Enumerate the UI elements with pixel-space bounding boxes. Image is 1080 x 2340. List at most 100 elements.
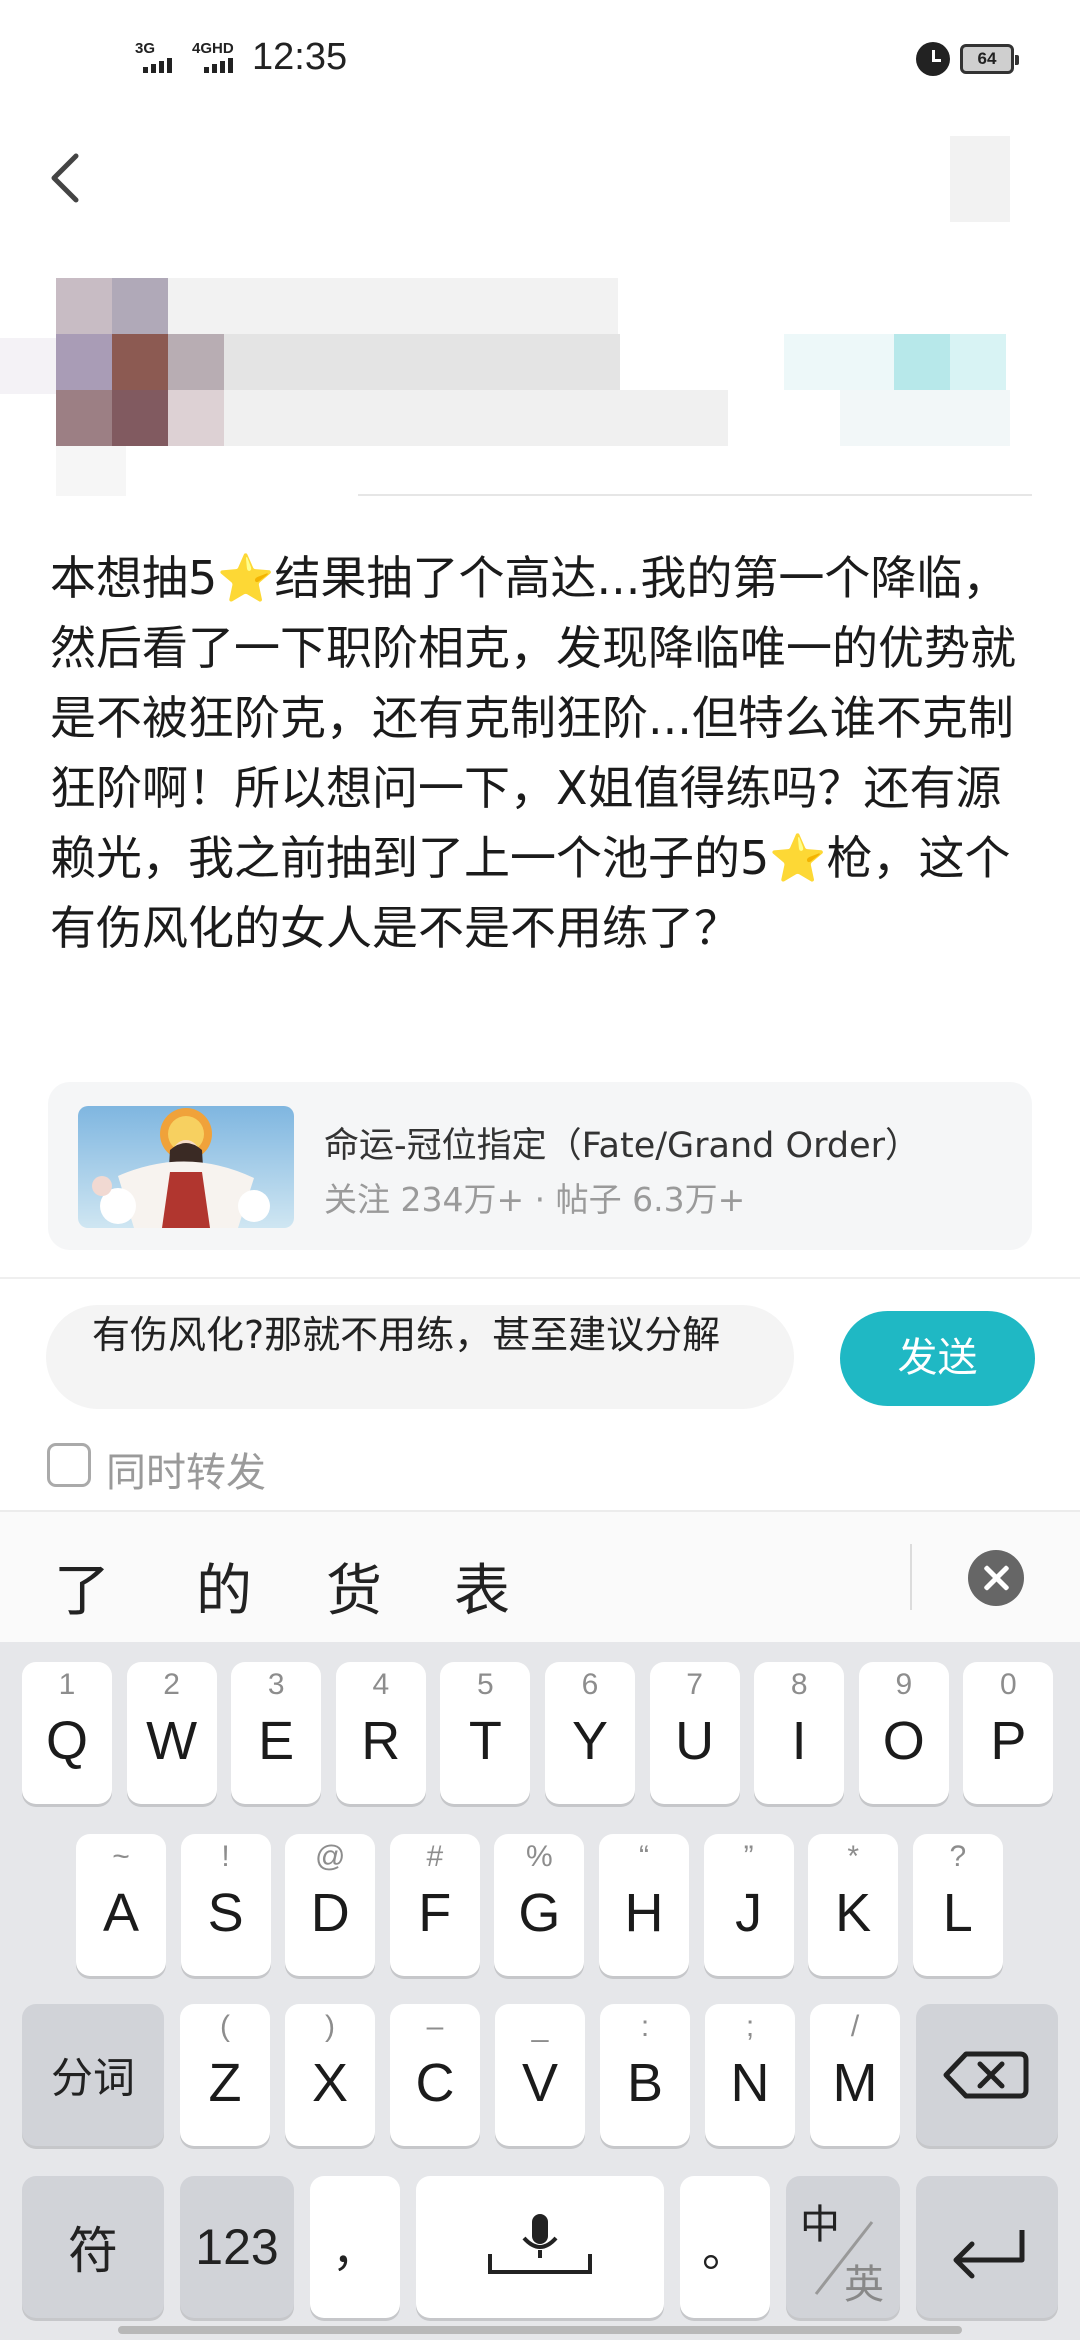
candidate-word[interactable]: 表 xyxy=(454,1546,510,1627)
forum-thumbnail-image xyxy=(78,1106,294,1228)
candidate-word[interactable]: 了 xyxy=(54,1546,110,1627)
key-hint: 0 xyxy=(1000,1668,1017,1701)
comma-key-label: ， xyxy=(332,2223,378,2277)
key-l[interactable]: ? L xyxy=(912,1834,1003,1976)
key-n[interactable]: ; N xyxy=(705,2004,795,2146)
symbol-key-label: 符 xyxy=(68,2222,118,2280)
key-label: K xyxy=(835,1883,872,1943)
key-z[interactable]: (Z xyxy=(180,2004,270,2146)
key-hint: ) xyxy=(325,2010,335,2043)
key-label: N xyxy=(730,2053,770,2113)
key-s[interactable]: ! S xyxy=(180,1834,271,1976)
reply-input[interactable]: 有伤风化?那就不用练，甚至建议分解 xyxy=(46,1305,794,1409)
key-r[interactable]: 4R xyxy=(335,1662,426,1804)
key-label: B xyxy=(626,2053,664,2113)
key-label: H xyxy=(624,1883,664,1943)
key-b[interactable]: :B xyxy=(600,2004,690,2146)
key-label: A xyxy=(102,1883,140,1943)
key-a[interactable]: ~ A xyxy=(76,1834,166,1976)
enter-key[interactable] xyxy=(916,2176,1058,2318)
divider xyxy=(910,1544,912,1610)
comma-key[interactable]: ， xyxy=(310,2176,400,2318)
key-i[interactable]: 8I xyxy=(754,1662,845,1804)
key-hint: : xyxy=(640,2010,650,2043)
key-label: S xyxy=(207,1883,244,1943)
period-key[interactable]: 。 xyxy=(680,2176,770,2318)
close-icon[interactable] xyxy=(968,1550,1024,1606)
key-hint: 4 xyxy=(372,1668,390,1701)
key-label: J xyxy=(735,1883,763,1943)
key-p[interactable]: 0P xyxy=(963,1662,1054,1804)
key-hint: # xyxy=(426,1840,444,1873)
key-t[interactable]: 5T xyxy=(440,1662,531,1804)
key-label: T xyxy=(468,1711,502,1771)
number-key[interactable]: 123 xyxy=(180,2176,294,2318)
key-label: I xyxy=(791,1711,807,1771)
status-time: 12:35 xyxy=(252,36,348,78)
key-j[interactable]: ” J xyxy=(703,1834,794,1976)
key-label: G xyxy=(518,1883,561,1943)
number-key-label: 123 xyxy=(195,2219,279,2275)
alarm-icon xyxy=(916,42,950,76)
key-w[interactable]: 2W xyxy=(126,1662,217,1804)
period-key-label: 。 xyxy=(702,2223,748,2277)
key-q[interactable]: 1Q xyxy=(22,1662,112,1804)
key-label: R xyxy=(361,1711,401,1771)
key-k[interactable]: * K xyxy=(808,1834,899,1976)
key-hint: ” xyxy=(743,1840,754,1873)
repost-checkbox[interactable] xyxy=(47,1443,91,1487)
send-button[interactable]: 发送 xyxy=(840,1311,1035,1406)
ime-candidate-bar: 了 的 货 表 xyxy=(0,1510,1080,1642)
key-hint: 3 xyxy=(267,1668,285,1701)
key-label: P xyxy=(990,1711,1027,1771)
key-hint: / xyxy=(850,2010,860,2043)
key-e[interactable]: 3E xyxy=(231,1662,322,1804)
back-button[interactable] xyxy=(40,148,100,208)
key-h[interactable]: “H xyxy=(599,1834,689,1976)
key-hint: 7 xyxy=(686,1668,703,1701)
key-hint: 2 xyxy=(163,1668,180,1701)
key-o[interactable]: 9O xyxy=(858,1662,949,1804)
key-g[interactable]: % G xyxy=(494,1834,585,1976)
key-m[interactable]: / M xyxy=(810,2004,900,2146)
forum-card[interactable]: 命运-冠位指定（Fate/Grand Order） 关注 234万+ · 帖子 … xyxy=(48,1082,1032,1250)
space-key[interactable] xyxy=(416,2176,664,2318)
key-y[interactable]: 6Y xyxy=(545,1662,635,1804)
key-hint: ( xyxy=(220,2010,230,2043)
signal-3g-label: 3G xyxy=(135,40,156,57)
header-action-blurred[interactable] xyxy=(950,136,1010,222)
key-u[interactable]: 7U xyxy=(649,1662,740,1804)
segment-key-label: 分词 xyxy=(50,2053,135,2103)
backspace-key[interactable] xyxy=(916,2004,1058,2146)
return-icon xyxy=(953,2230,1025,2279)
divider xyxy=(358,494,1032,496)
signal-4g-label: 4GHD xyxy=(192,40,234,57)
key-hint: _ xyxy=(531,2010,549,2043)
key-label: E xyxy=(258,1711,295,1771)
forum-meta: 关注 234万+ · 帖子 6.3万+ xyxy=(324,1180,746,1219)
repost-label[interactable]: 同时转发 xyxy=(106,1440,266,1498)
key-v[interactable]: _ V xyxy=(495,2004,585,2146)
key-c[interactable]: – C xyxy=(390,2004,480,2146)
key-hint: 6 xyxy=(581,1668,599,1701)
key-label: D xyxy=(310,1883,350,1943)
author-info-blurred xyxy=(0,278,1080,508)
key-hint: ? xyxy=(949,1840,967,1873)
key-f[interactable]: # F xyxy=(389,1834,480,1976)
key-d[interactable]: @ D xyxy=(285,1834,376,1976)
key-hint: 1 xyxy=(58,1668,76,1701)
key-x[interactable]: ) X xyxy=(285,2004,375,2146)
key-hint: 5 xyxy=(477,1668,494,1701)
segment-key[interactable]: 分词 xyxy=(22,2004,164,2146)
key-hint: – xyxy=(426,2010,444,2043)
key-label: W xyxy=(146,1711,198,1771)
candidate-word[interactable]: 的 xyxy=(196,1546,252,1627)
chevron-left-icon xyxy=(51,153,79,203)
language-switch-key[interactable]: 中 英 xyxy=(786,2176,900,2318)
keyboard: 分词 符 123 ， 。 中 英 1 Q 2 W 3 E 4 R 5 T 6 Y… xyxy=(0,1642,1080,2340)
key-hint: @ xyxy=(314,1840,346,1873)
symbol-key[interactable]: 符 xyxy=(22,2176,164,2318)
candidate-word[interactable]: 货 xyxy=(326,1546,382,1627)
backspace-icon xyxy=(943,2051,1029,2099)
key-hint: ; xyxy=(745,2010,755,2043)
